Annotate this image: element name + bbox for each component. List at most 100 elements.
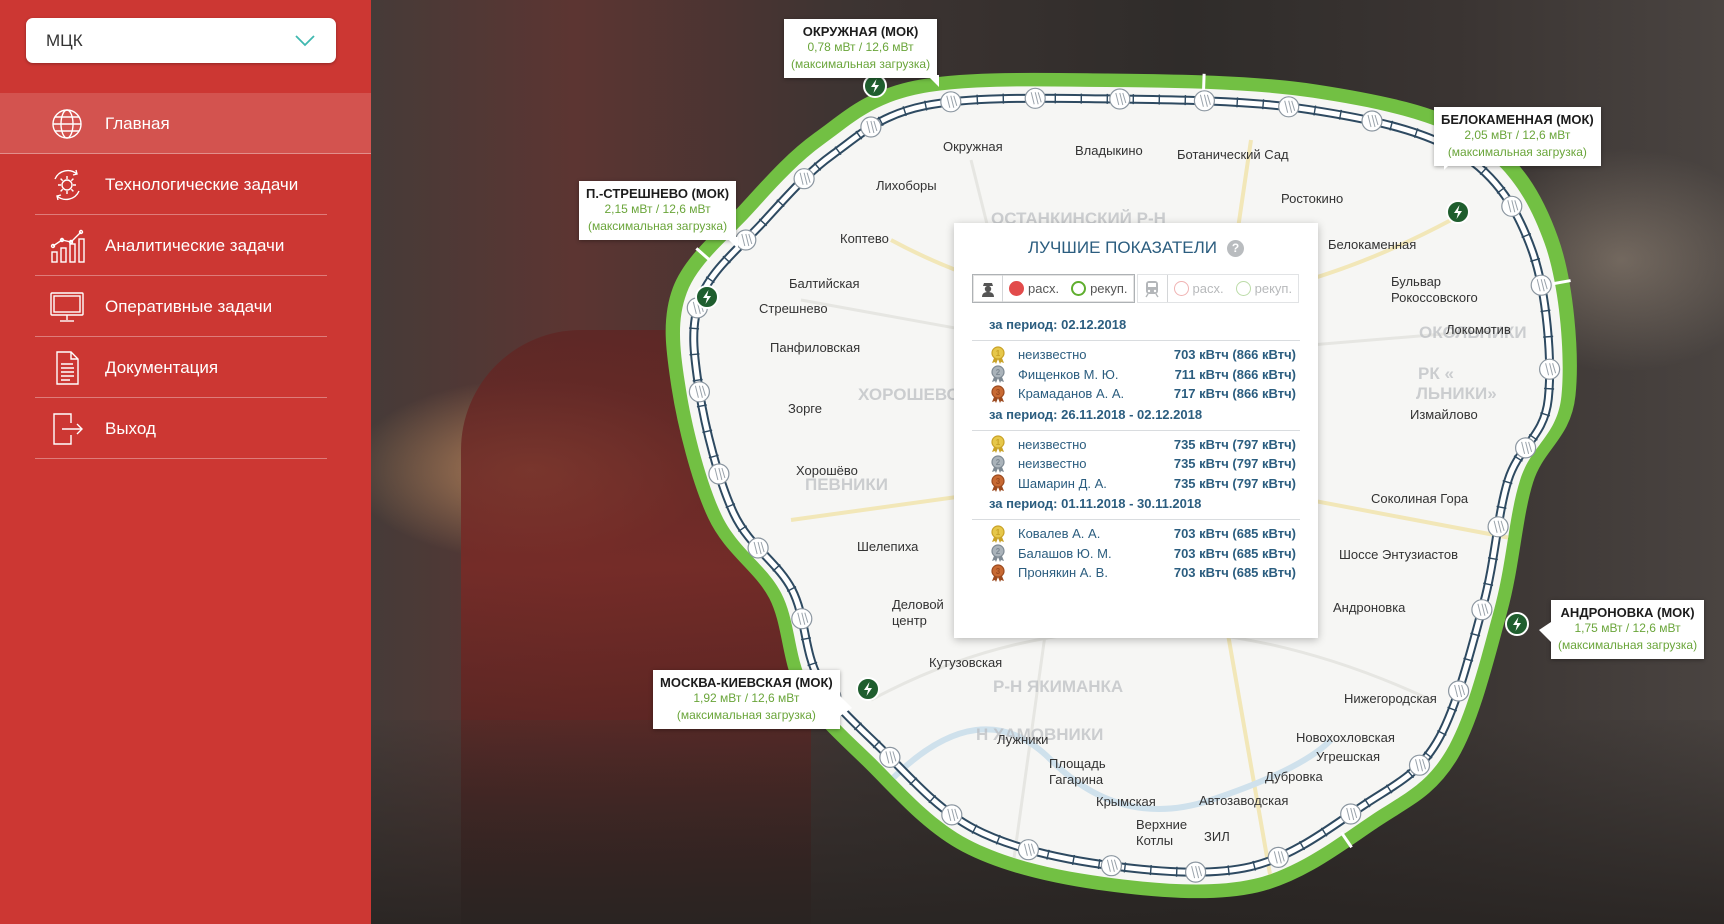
station-marker[interactable] <box>1471 599 1493 621</box>
substation-load-note: (максимальная загрузка) <box>587 219 728 233</box>
rank-row[interactable]: 2 неизвестно 735 кВтч (797 кВтч) <box>972 454 1300 474</box>
station-label: ЗИЛ <box>1204 829 1230 844</box>
station-marker[interactable] <box>1024 87 1046 109</box>
station-marker[interactable] <box>1193 90 1216 112</box>
svg-text:1: 1 <box>996 528 1001 537</box>
station-marker[interactable] <box>1408 754 1431 776</box>
rank-row[interactable]: 1 неизвестно 703 кВтч (866 кВтч) <box>972 345 1300 365</box>
station-label: Кутузовская <box>929 655 1002 670</box>
station-marker[interactable] <box>879 746 901 769</box>
rank-row[interactable]: 3 Пронякин А. В. 703 кВтч (685 кВтч) <box>972 563 1300 583</box>
station-marker[interactable] <box>735 229 757 251</box>
substation-bolt-icon[interactable] <box>1446 200 1470 224</box>
substation-callout-p-streshnevo[interactable]: П.-СТРЕШНЕВО (МОК) 2,15 мВт / 12,6 мВт (… <box>579 181 739 249</box>
station-label: Новохохловская <box>1296 730 1395 745</box>
station-marker[interactable] <box>1278 96 1300 118</box>
driver-icon[interactable] <box>973 275 1003 302</box>
rank-row[interactable]: 1 Ковалев А. А. 703 кВтч (685 кВтч) <box>972 524 1300 544</box>
menu-item-tech-tasks[interactable]: Технологические задачи <box>0 154 371 215</box>
bronze-medal-icon: 3 <box>991 474 1005 493</box>
divider <box>972 429 1300 431</box>
station-marker[interactable] <box>860 116 882 138</box>
silver-medal-icon: 2 <box>991 455 1005 473</box>
substation-load: 2,15 мВт / 12,6 мВт <box>604 202 711 216</box>
station-marker[interactable] <box>1501 195 1523 217</box>
station-label: Панфиловская <box>770 340 860 355</box>
station-label: Крымская <box>1096 794 1156 809</box>
substation-bolt-icon[interactable] <box>1505 612 1529 636</box>
energy-value: 735 кВтч (797 кВтч) <box>1173 456 1296 472</box>
station-marker[interactable] <box>1340 803 1362 825</box>
station-marker[interactable] <box>688 381 710 403</box>
substation-load-note: (максимальная загрузка) <box>1447 145 1587 159</box>
track-tie <box>1262 99 1265 110</box>
menu-item-operative-tasks[interactable]: Оперативные задачи <box>0 276 371 337</box>
driver-spend-toggle[interactable]: расх. <box>1003 281 1065 296</box>
station-label: Нижегородская <box>1344 691 1437 706</box>
period-title: за период: 26.11.2018 - 02.12.2018 <box>989 406 1203 422</box>
line-select-dropdown[interactable]: МЦК <box>26 18 336 63</box>
track-tie <box>1544 387 1555 390</box>
line-select-value: МЦК <box>46 30 83 50</box>
train-spend-toggle[interactable]: расх. <box>1168 281 1230 296</box>
rank-row[interactable]: 3 Шамарин Д. А. 735 кВтч (797 кВтч) <box>972 474 1300 494</box>
substation-callout-belokamennaya[interactable]: БЕЛОКАМЕННАЯ (МОК) 2,05 мВт / 12,6 мВт (… <box>1434 107 1601 170</box>
rank-row[interactable]: 2 Фищенков М. Ю. 711 кВтч (866 кВтч) <box>972 365 1300 385</box>
station-marker[interactable] <box>1538 358 1561 380</box>
station-marker[interactable] <box>1487 516 1509 538</box>
menu-item-documentation[interactable]: Документация <box>0 337 371 398</box>
rank-row[interactable]: 2 Балашов Ю. М. 703 кВтч (685 кВтч) <box>972 544 1300 564</box>
periods-list: за период: 02.12.2018 1 неизвестно 703 кВт… <box>972 317 1300 583</box>
train-recup-toggle[interactable]: рекуп. <box>1230 281 1298 296</box>
station-label: Шоссе Энтузиастов <box>1339 547 1458 562</box>
station-label: Андроновка <box>1333 600 1406 615</box>
globe-icon <box>45 104 89 144</box>
panel-header: ЛУЧШИЕ ПОКАЗАТЕЛИ ? <box>972 235 1300 261</box>
menu-item-exit[interactable]: Выход <box>0 398 371 459</box>
panel-title: ЛУЧШИЕ ПОКАЗАТЕЛИ <box>1027 238 1218 257</box>
station-marker[interactable] <box>791 608 813 630</box>
rank-row[interactable]: 3 Крамаданов А. А. 717 кВтч (866 кВтч) <box>972 384 1300 404</box>
station-label: Шелепиха <box>857 539 919 554</box>
driver-filter-group: расх. рекуп. <box>972 274 1135 303</box>
substation-callout-andronovka[interactable]: АНДРОНОВКА (МОК) 1,75 мВт / 12,6 мВт (ма… <box>1538 600 1705 659</box>
station-marker[interactable] <box>1514 437 1537 459</box>
rank-row[interactable]: 1 неизвестно 735 кВтч (797 кВтч) <box>972 435 1300 455</box>
station-marker[interactable] <box>1100 855 1123 877</box>
driver-name: Балашов Ю. М. <box>1018 545 1112 561</box>
monitor-icon <box>45 287 89 327</box>
substation-bolt-icon[interactable] <box>695 285 719 309</box>
station-marker[interactable] <box>941 804 963 826</box>
energy-value: 703 кВтч (685 кВтч) <box>1173 545 1296 561</box>
station-marker[interactable] <box>1447 680 1470 702</box>
train-icon[interactable] <box>1138 275 1168 302</box>
station-marker[interactable] <box>1109 88 1131 110</box>
station-marker[interactable] <box>1530 274 1552 296</box>
substation-bolt-icon[interactable] <box>856 677 880 701</box>
energy-value: 703 кВтч (866 кВтч) <box>1173 347 1296 363</box>
station-marker[interactable] <box>708 463 730 485</box>
best-indicators-panel: ЛУЧШИЕ ПОКАЗАТЕЛИ ? расх. рекуп. расх. р… <box>954 223 1318 638</box>
driver-name: Шамарин Д. А. <box>1018 475 1107 491</box>
substation-load-note: (максимальная загрузка) <box>1558 638 1698 652</box>
station-marker[interactable] <box>1184 861 1207 883</box>
substation-bolt-icon[interactable] <box>863 74 887 98</box>
menu-label: Оперативные задачи <box>105 296 273 316</box>
driver-recup-toggle[interactable]: рекуп. <box>1065 281 1133 296</box>
train-filter-group: расх. рекуп. <box>1136 274 1300 303</box>
district-label: Р-Н ЯКИМАНКА <box>993 677 1123 696</box>
station-marker[interactable] <box>747 537 769 559</box>
menu-item-analytic-tasks[interactable]: Аналитические задачи <box>0 215 371 276</box>
station-marker[interactable] <box>793 168 815 190</box>
station-marker[interactable] <box>1361 110 1383 132</box>
menu-item-home[interactable]: Главная <box>0 93 371 154</box>
energy-value: 703 кВтч (685 кВтч) <box>1173 565 1296 581</box>
menu-label: Главная <box>105 113 170 133</box>
station-marker[interactable] <box>940 91 962 113</box>
station-marker[interactable] <box>1017 839 1040 861</box>
help-icon[interactable]: ? <box>1227 239 1245 257</box>
station-marker[interactable] <box>1267 846 1289 869</box>
substation-callout-moskva-kievskaya[interactable]: МОСКВА-КИЕВСКАЯ (МОК) 1,92 мВт / 12,6 мВ… <box>653 670 852 729</box>
driver-name: неизвестно <box>1018 456 1087 472</box>
substation-callout-okruzhnaya[interactable]: ОКРУЖНАЯ (МОК) 0,78 мВт / 12,6 мВт (макс… <box>784 19 940 87</box>
